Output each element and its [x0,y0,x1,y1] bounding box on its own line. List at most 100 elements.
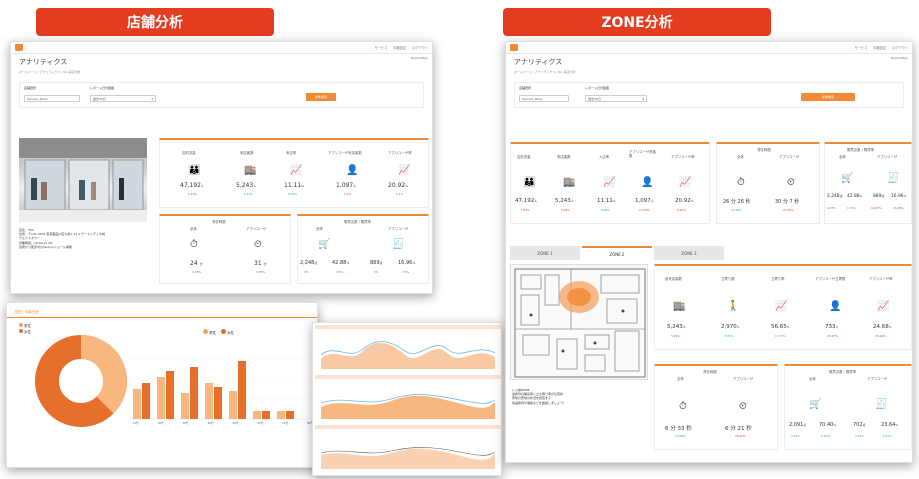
kpi-header: アプリユーザ [779,155,800,159]
kpi-value: 5,243人 [236,182,257,189]
x-tick-label: 60代 [257,422,264,425]
nav-services[interactable]: サービス [855,45,868,50]
filter-panel: 店舗選択 Service_Store レポート日付範囲 過去30日 ▾ 条件検索 [514,82,904,108]
store-analysis-screenshot: サービス 情報設定 ログアウト アナリティクス ホームページ / アナリティクス… [10,41,433,294]
purchase-card: 購買点数 / 購買率 全体 アプリユーザ 🛒 🧾 2,248点 42.88% 8… [824,142,912,224]
search-button[interactable]: 条件検索 [306,93,336,101]
top-bar: サービス 情報設定 ログアウト [11,42,432,54]
people-flow-icon: 👪 [523,177,536,188]
x-tick-label: 30代 [182,422,189,425]
kpi-header: 立寄り数 [721,277,735,281]
card-title: 購買点数 / 購買率 [829,370,857,374]
clock-icon: ⏱ [737,177,745,188]
x-tick-label: 70代 [282,422,289,425]
kpi-change: 27.59% [783,208,794,212]
kpi-change: 13.73% [775,334,786,338]
app-user-clock-icon: ⏲ [739,401,747,412]
nav-logout[interactable]: ログアウト [412,45,428,50]
kpi-header: 全体 [737,155,744,159]
walk-in-icon: 🚶 [727,301,740,312]
kpi-value: 702点 [853,422,866,428]
app-user-register-icon: 🧾 [392,239,405,250]
period-select-value: 過去30日 [588,96,601,101]
nav-settings[interactable]: 情報設定 [393,45,406,50]
kpi-value: 889点 [873,194,885,199]
person-icon: 👤 [641,177,654,188]
app-user-register-icon: 🧾 [887,173,900,184]
kpi-change: 0.00% [601,208,610,212]
floor-map[interactable] [510,264,648,380]
kpi-change: 6.20% [677,208,686,212]
bar-legend: 男性 女性 [203,329,234,335]
line-chart-icon: 📈 [398,165,411,176]
kpi-value: 2,970人 [721,324,740,330]
trend-chart-1 [315,325,501,369]
kpi-header: 来店客数 [240,151,254,155]
tab-zone-2[interactable]: ZONE 2 [582,246,652,260]
menu-icon[interactable] [15,44,23,51]
x-tick-label: 20代 [157,422,164,425]
store-building-icon: 🏬 [673,301,686,312]
nav-settings[interactable]: 情報設定 [873,45,886,50]
panel-title-line [7,317,317,318]
kpi-value: 42.88% [332,260,350,266]
top-nav: サービス 情報設定 ログアウト [855,45,908,50]
kpi-value: 20.92% [675,198,694,204]
kpi-header: 来店率 [286,151,297,155]
tab-zone-3[interactable]: ZONE 3 [654,246,724,260]
gender-age-panel: 性別・年齢分析 男性 女性 男性 女性 10代 20代 30代 40代 50代 … [6,302,318,468]
banner-zone-analysis: ZONE分析 [503,8,771,36]
kpi-change: 3% [304,270,309,274]
kpi-value: 16.96% [398,260,416,266]
kpi-header: アプリユーザ [246,227,267,231]
period-select-value: 過去30日 [93,96,106,101]
kpi-header: アプリユーザ率 [388,151,412,155]
people-flow-icon: 👪 [188,165,201,176]
kpi-change: 3% [374,270,379,274]
kpi-header: 全体 [190,227,197,231]
stay-time-card: 滞在時間 全体 アプリユーザ ⏱ ⏲ 26 分 26 秒 30 分 7 秒 19… [716,142,820,224]
nav-logout[interactable]: ログアウト [892,45,908,50]
kpi-value: 889点 [370,260,383,266]
period-select[interactable]: 過去30日 ▾ [90,95,156,102]
kpi-header: 全体 [809,377,816,381]
nav-services[interactable]: サービス [375,45,388,50]
kpi-value: 1,097人 [635,198,654,204]
page-header: アナリティクス ホームページ / アナリティクス / RA 来店分析 Hylon… [506,54,912,82]
x-tick-label: 50代 [232,422,239,425]
period-select[interactable]: 過去30日 ▾ [585,95,647,102]
page-title: アナリティクス [514,58,563,66]
page-title: アナリティクス [19,58,68,66]
breadcrumb: ホームページ / アナリティクス / RA 来店分析 [19,70,81,74]
menu-icon[interactable] [510,44,518,51]
tab-zone-1[interactable]: ZONE 1 [510,246,580,260]
kpi-value: 47,192人 [515,198,538,204]
clock-icon: ⏱ [679,401,687,412]
period-label: レポート日付範囲 [585,86,610,90]
kpi-change: 1.81% [521,208,530,212]
card-title: 滞在時間 [757,148,771,152]
kpi-change: 7.5% [402,270,410,274]
trend-chart-2 [315,375,501,419]
kpi-change: 35.64% [875,334,886,338]
zone-kpi-card: 前来店客数 立寄り数 立寄り率 アプリユーザ立寄数 アプリユーザ率 🏬 🚶 📈 … [654,264,912,350]
kpi-header: 入店率 [599,155,610,159]
kpi-value: 11.11% [284,182,305,189]
kpi-value: 2,248点 [300,260,318,266]
x-tick-label: 40代 [207,422,214,425]
kpi-header: アプリユーザ来客数 [629,150,657,158]
trend-chart-3 [315,425,501,469]
search-button[interactable]: 条件検索 [801,93,855,101]
store-select[interactable]: Service_Store [519,95,569,102]
kpi-value: 42.88% [847,194,863,199]
top-bar: サービス 情報設定 ログアウト [506,42,912,54]
store-select-label: 店舗選択 [24,86,37,90]
kpi-value: 16.96% [891,194,907,199]
person-icon: 👤 [346,165,359,176]
floor-plan-drawing [514,268,646,378]
visitor-kpi-card: 店前流量 来店客数 来店率 アプリユーザ来店客数 アプリユーザ率 👪 🏬 📈 👤… [159,138,429,208]
kpi-header: 立寄り率 [771,277,785,281]
banner-store-analysis: 店舗分析 [36,8,274,36]
store-select[interactable]: Service_Store [24,95,80,102]
kpi-value: 733人 [825,324,839,330]
